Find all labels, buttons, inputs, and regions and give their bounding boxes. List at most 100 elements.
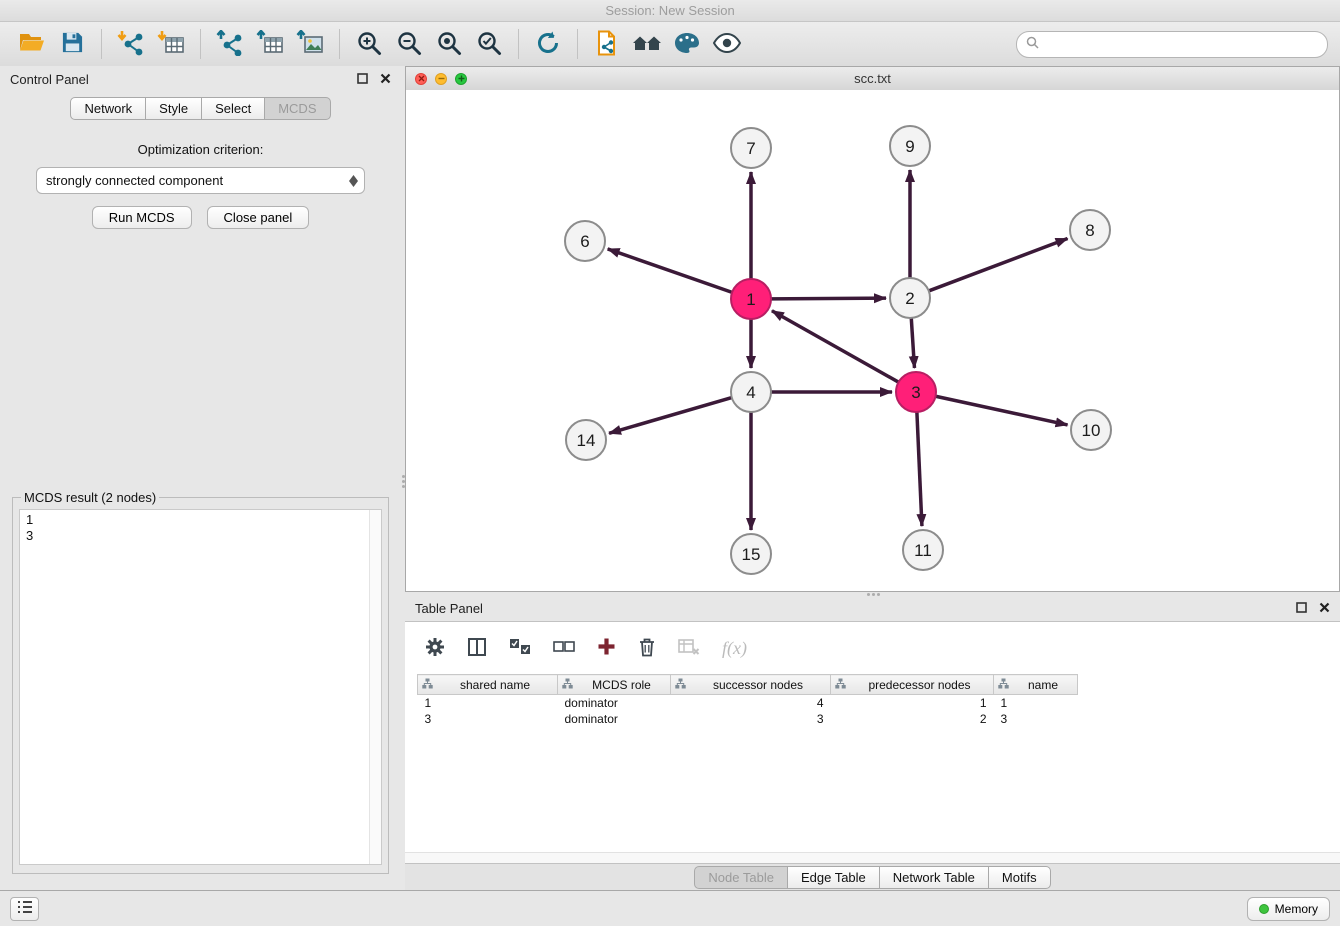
cell-successor-nodes[interactable]: 3 [671,711,831,727]
apply-layout-button[interactable] [528,27,568,61]
table-horizontal-scrollbar[interactable] [405,852,1340,863]
criterion-dropdown[interactable]: strongly connected component [36,167,365,194]
deselect-all-button[interactable] [553,640,575,657]
cell-shared-name[interactable]: 3 [418,711,558,727]
graph-node-6[interactable]: 6 [565,221,605,261]
cell-name[interactable]: 3 [994,711,1078,727]
graph-node-4[interactable]: 4 [731,372,771,412]
memory-button[interactable]: Memory [1247,897,1330,921]
delete-table-button[interactable] [678,638,700,659]
graph-edge-3-1[interactable] [772,311,899,382]
open-session-button[interactable] [12,27,52,61]
graph-edge-3-10[interactable] [936,396,1068,425]
refresh-icon [535,30,561,59]
column-header-predecessor-nodes[interactable]: predecessor nodes [831,675,994,695]
zoom-in-button[interactable] [349,27,389,61]
task-history-button[interactable] [10,897,39,921]
import-network-button[interactable] [111,27,151,61]
table-row[interactable]: 3 dominator 3 2 3 [418,711,1078,727]
zoom-selected-button[interactable] [469,27,509,61]
graph-edge-4-14[interactable] [609,398,732,434]
table-settings-button[interactable] [425,637,445,660]
style-button[interactable] [667,27,707,61]
cell-shared-name[interactable]: 1 [418,695,558,712]
tab-network[interactable]: Network [70,97,146,120]
close-panel-button[interactable]: Close panel [207,206,310,229]
close-panel-icon[interactable] [1319,601,1330,616]
cell-successor-nodes[interactable]: 4 [671,695,831,712]
export-table-button[interactable] [250,27,290,61]
graph-node-15[interactable]: 15 [731,534,771,574]
svg-text:3: 3 [911,383,920,402]
table-header-row: shared name MCDS role successor nodes pr… [418,675,1078,695]
show-column-button[interactable] [467,637,487,660]
trash-icon [638,637,656,660]
float-panel-icon[interactable] [1296,601,1307,616]
column-header-shared-name[interactable]: shared name [418,675,558,695]
delete-row-button[interactable] [638,637,656,660]
control-panel-tabs: Network Style Select MCDS [0,97,401,120]
network-window-title: scc.txt [406,71,1339,86]
column-header-successor-nodes[interactable]: successor nodes [671,675,831,695]
graph-edge-2-3[interactable] [911,318,914,368]
graph-node-9[interactable]: 9 [890,126,930,166]
import-table-button[interactable] [151,27,191,61]
table-row[interactable]: 1 dominator 4 1 1 [418,695,1078,712]
graph-node-3[interactable]: 3 [896,372,936,412]
float-panel-icon[interactable] [357,72,368,87]
tab-node-table[interactable]: Node Table [694,866,788,889]
tab-select[interactable]: Select [201,97,265,120]
show-graphics-details-button[interactable] [707,27,747,61]
control-panel-header: Control Panel [0,66,401,93]
tab-style[interactable]: Style [145,97,202,120]
add-row-button[interactable] [597,637,616,659]
graph-node-14[interactable]: 14 [566,420,606,460]
application-window: Session: New Session [0,0,1340,926]
tab-motifs[interactable]: Motifs [988,866,1051,889]
graph-edge-2-8[interactable] [929,238,1068,290]
graph-node-11[interactable]: 11 [903,530,943,570]
cell-name[interactable]: 1 [994,695,1078,712]
svg-text:2: 2 [905,289,914,308]
export-network-icon [216,30,244,59]
export-network-button[interactable] [210,27,250,61]
cell-mcds-role[interactable]: dominator [558,711,671,727]
graph-edge-1-6[interactable] [608,249,732,292]
toolbar-separator [339,29,340,59]
cell-predecessor-nodes[interactable]: 1 [831,695,994,712]
memory-status-icon [1259,904,1269,914]
result-scrollbar[interactable] [369,510,381,864]
new-network-from-selection-button[interactable] [587,27,627,61]
graph-node-2[interactable]: 2 [890,278,930,318]
zoom-fit-button[interactable] [429,27,469,61]
zoom-out-button[interactable] [389,27,429,61]
cell-mcds-role[interactable]: dominator [558,695,671,712]
search-input[interactable] [1045,36,1318,53]
column-sort-icon [998,678,1009,692]
column-header-name[interactable]: name [994,675,1078,695]
cell-predecessor-nodes[interactable]: 2 [831,711,994,727]
tab-network-table[interactable]: Network Table [879,866,989,889]
graph-node-8[interactable]: 8 [1070,210,1110,250]
save-session-button[interactable] [52,27,92,61]
tab-mcds[interactable]: MCDS [264,97,330,120]
window-titlebar: Session: New Session [0,0,1340,22]
first-neighbors-button[interactable] [627,27,667,61]
network-canvas[interactable]: 7 9 6 8 1 2 4 3 14 10 15 11 [406,90,1339,591]
search-box[interactable] [1016,31,1328,58]
document-network-icon [594,30,620,59]
graph-node-7[interactable]: 7 [731,128,771,168]
export-image-button[interactable] [290,27,330,61]
graph-node-10[interactable]: 10 [1071,410,1111,450]
open-folder-icon [19,31,45,57]
graph-node-1[interactable]: 1 [731,279,771,319]
graph-edge-3-11[interactable] [917,412,922,526]
graph-edge-1-2[interactable] [771,298,886,299]
close-panel-icon[interactable] [380,72,391,87]
tab-edge-table[interactable]: Edge Table [787,866,880,889]
network-window-titlebar: scc.txt [406,67,1339,91]
select-all-button[interactable] [509,638,531,659]
column-header-mcds-role[interactable]: MCDS role [558,675,671,695]
function-builder-button[interactable]: f(x) [722,638,747,659]
run-mcds-button[interactable]: Run MCDS [92,206,192,229]
